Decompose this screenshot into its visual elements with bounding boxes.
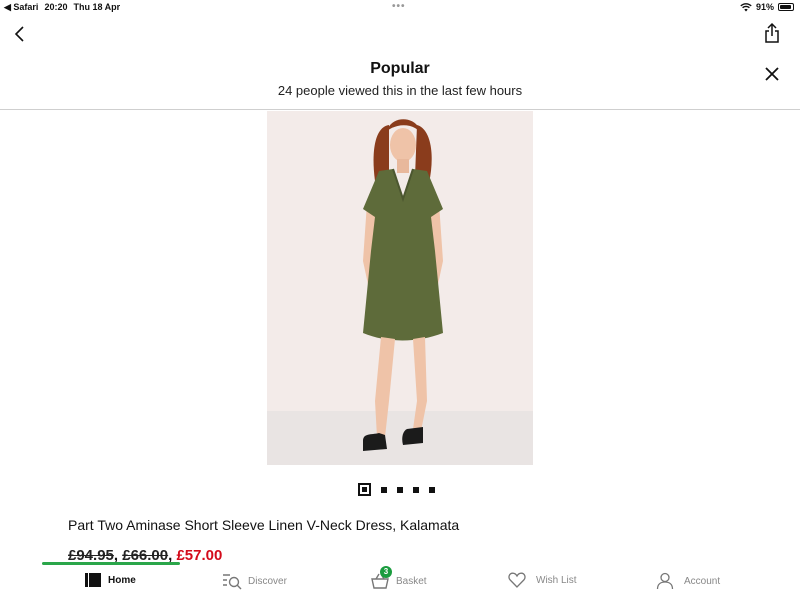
product-image[interactable] bbox=[267, 111, 533, 465]
status-bar: ◀ Safari 20:20 Thu 18 Apr ••• 91% bbox=[0, 0, 800, 14]
tab-discover-label: Discover bbox=[248, 575, 287, 587]
multitasking-dots[interactable]: ••• bbox=[392, 1, 406, 12]
tab-basket-label: Basket bbox=[396, 575, 427, 587]
model-dress-illustration bbox=[363, 119, 443, 451]
tab-account-label: Account bbox=[684, 575, 721, 587]
tab-home-label: Home bbox=[108, 574, 136, 586]
close-button[interactable] bbox=[764, 66, 780, 82]
bottom-tab-bar: Home Discover 3 Basket Wish List Account bbox=[0, 566, 800, 600]
page-title: Popular bbox=[370, 60, 430, 77]
page-subtitle: 24 people viewed this in the last few ho… bbox=[277, 83, 523, 98]
carousel-dot-4[interactable] bbox=[413, 486, 419, 493]
carousel-dot-2[interactable] bbox=[381, 486, 387, 493]
chevron-left-icon bbox=[14, 26, 24, 42]
close-icon bbox=[765, 67, 779, 81]
back-button[interactable] bbox=[10, 24, 30, 44]
wifi-icon bbox=[740, 2, 752, 11]
share-icon bbox=[765, 22, 779, 43]
tab-home[interactable]: Home bbox=[84, 572, 136, 588]
tab-wish-list-label: Wish List bbox=[536, 574, 577, 586]
heart-icon bbox=[508, 572, 526, 588]
discover-icon bbox=[223, 574, 242, 590]
image-carousel-dots bbox=[358, 483, 435, 496]
status-date: Thu 18 Apr bbox=[73, 2, 121, 12]
home-indicator-line bbox=[42, 562, 180, 565]
sale-price: £57.00 bbox=[176, 547, 223, 564]
basket-count-badge: 3 bbox=[380, 566, 392, 578]
status-time: 20:20 bbox=[44, 2, 68, 12]
account-icon bbox=[656, 572, 674, 590]
carousel-dot-1[interactable] bbox=[358, 483, 371, 496]
tab-discover[interactable]: Discover bbox=[222, 572, 287, 590]
tab-wish-list[interactable]: Wish List bbox=[508, 572, 577, 588]
tab-account[interactable]: Account bbox=[656, 572, 720, 590]
battery-percent: 91% bbox=[755, 2, 774, 12]
status-left: ◀ Safari 20:20 Thu 18 Apr bbox=[4, 2, 120, 13]
tab-basket[interactable]: 3 Basket bbox=[370, 566, 427, 590]
header-divider bbox=[0, 109, 800, 110]
status-right: 91% bbox=[740, 2, 794, 12]
popular-header: Popular 24 people viewed this in the las… bbox=[0, 60, 800, 98]
share-button[interactable] bbox=[762, 22, 782, 44]
carousel-dot-5[interactable] bbox=[429, 486, 435, 493]
back-to-app-link[interactable]: ◀ Safari bbox=[4, 2, 38, 13]
product-name: Part Two Aminase Short Sleeve Linen V-Ne… bbox=[68, 517, 460, 533]
battery-icon bbox=[778, 3, 794, 11]
home-icon bbox=[85, 573, 101, 587]
carousel-dot-3[interactable] bbox=[397, 486, 403, 493]
